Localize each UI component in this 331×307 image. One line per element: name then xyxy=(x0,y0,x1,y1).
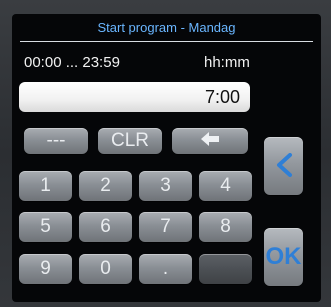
format-hint-label: hh:mm xyxy=(204,54,250,71)
key-9[interactable]: 9 xyxy=(19,254,72,284)
allowed-range-label: 00:00 ... 23:59 xyxy=(24,54,120,71)
key-3[interactable]: 3 xyxy=(139,171,192,201)
dash-button[interactable]: --- xyxy=(24,128,88,154)
title-divider xyxy=(20,41,313,42)
keypad-dialog: Start program - Mandag 00:00 ... 23:59 h… xyxy=(12,14,321,302)
key-7[interactable]: 7 xyxy=(139,212,192,242)
key-5[interactable]: 5 xyxy=(19,212,72,242)
time-input-field[interactable]: 7:00 xyxy=(19,82,250,112)
back-button[interactable] xyxy=(264,137,303,195)
key-0[interactable]: 0 xyxy=(79,254,132,284)
key-6[interactable]: 6 xyxy=(79,212,132,242)
dialog-title: Start program - Mandag xyxy=(97,20,236,35)
key-blank-disabled xyxy=(199,254,252,284)
clear-button[interactable]: CLR xyxy=(98,128,162,154)
key-4[interactable]: 4 xyxy=(199,171,252,201)
chevron-left-icon xyxy=(275,152,293,177)
key-decimal[interactable]: . xyxy=(139,254,192,284)
ok-button[interactable]: OK xyxy=(264,228,303,286)
key-2[interactable]: 2 xyxy=(79,171,132,201)
key-1[interactable]: 1 xyxy=(19,171,72,201)
backspace-arrow-icon xyxy=(201,132,219,147)
backspace-button[interactable] xyxy=(172,128,248,154)
key-8[interactable]: 8 xyxy=(199,212,252,242)
